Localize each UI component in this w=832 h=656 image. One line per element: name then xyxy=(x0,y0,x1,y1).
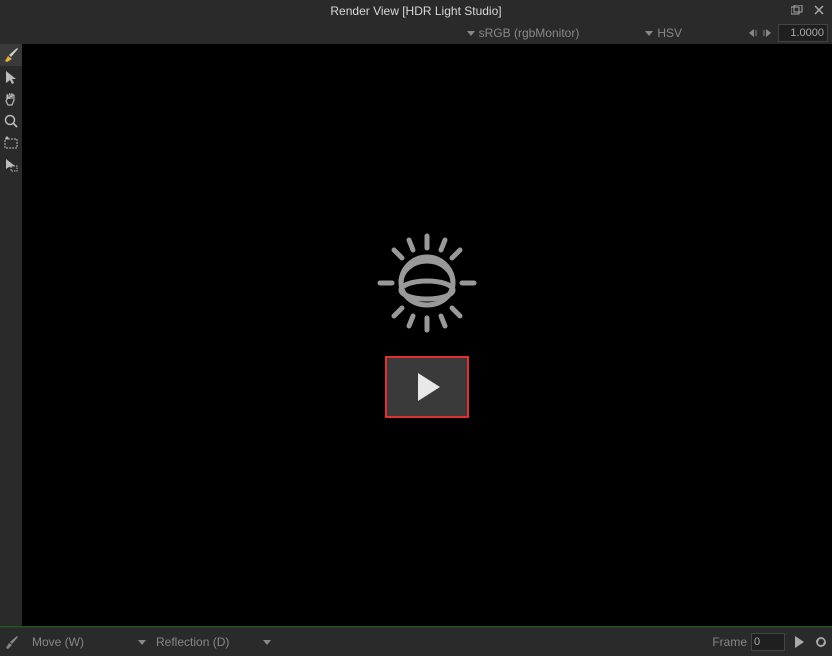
region-tool[interactable] xyxy=(0,132,22,154)
title-bar: Render View [HDR Light Studio] xyxy=(0,0,832,22)
frame-input[interactable] xyxy=(751,633,785,651)
exposure-input[interactable] xyxy=(778,24,828,42)
zoom-tool[interactable] xyxy=(0,110,22,132)
render-viewport[interactable] xyxy=(22,44,832,626)
chevron-down-icon xyxy=(467,31,475,36)
chevron-down-icon[interactable] xyxy=(263,640,271,645)
chevron-down-icon xyxy=(645,31,653,36)
main-row xyxy=(0,44,832,626)
hdr-light-logo-icon xyxy=(372,228,482,338)
top-options-bar: sRGB (rgbMonitor) HSV xyxy=(0,22,832,44)
pan-tool[interactable] xyxy=(0,88,22,110)
status-bar: Move (W) Reflection (D) Frame xyxy=(0,628,832,656)
close-icon[interactable] xyxy=(812,3,826,17)
start-render-button[interactable] xyxy=(385,356,469,418)
play-button[interactable] xyxy=(795,636,804,648)
color-model-label: HSV xyxy=(657,26,682,40)
frame-label: Frame xyxy=(712,635,747,649)
pick-tool[interactable] xyxy=(0,154,22,176)
exposure-down-icon[interactable] xyxy=(748,28,758,38)
transform-mode-label: Move (W) xyxy=(32,635,84,649)
window-title: Render View [HDR Light Studio] xyxy=(330,4,501,18)
colorspace-dropdown[interactable]: sRGB (rgbMonitor) xyxy=(467,26,580,40)
light-mode-dropdown[interactable]: Reflection (D) xyxy=(156,635,229,649)
refresh-icon[interactable] xyxy=(814,635,828,649)
transform-mode-dropdown[interactable]: Move (W) xyxy=(32,635,84,649)
brush-icon xyxy=(4,634,20,650)
exposure-nudgers xyxy=(748,28,772,38)
chevron-down-icon[interactable] xyxy=(138,640,146,645)
color-model-dropdown[interactable]: HSV xyxy=(645,26,682,40)
colorspace-label: sRGB (rgbMonitor) xyxy=(479,26,580,40)
exposure-up-icon[interactable] xyxy=(762,28,772,38)
window-controls xyxy=(790,3,826,17)
play-icon xyxy=(418,373,440,401)
select-tool[interactable] xyxy=(0,66,22,88)
brush-tool[interactable] xyxy=(0,44,22,66)
tool-strip xyxy=(0,44,22,626)
light-mode-label: Reflection (D) xyxy=(156,635,229,649)
undock-icon[interactable] xyxy=(790,3,804,17)
